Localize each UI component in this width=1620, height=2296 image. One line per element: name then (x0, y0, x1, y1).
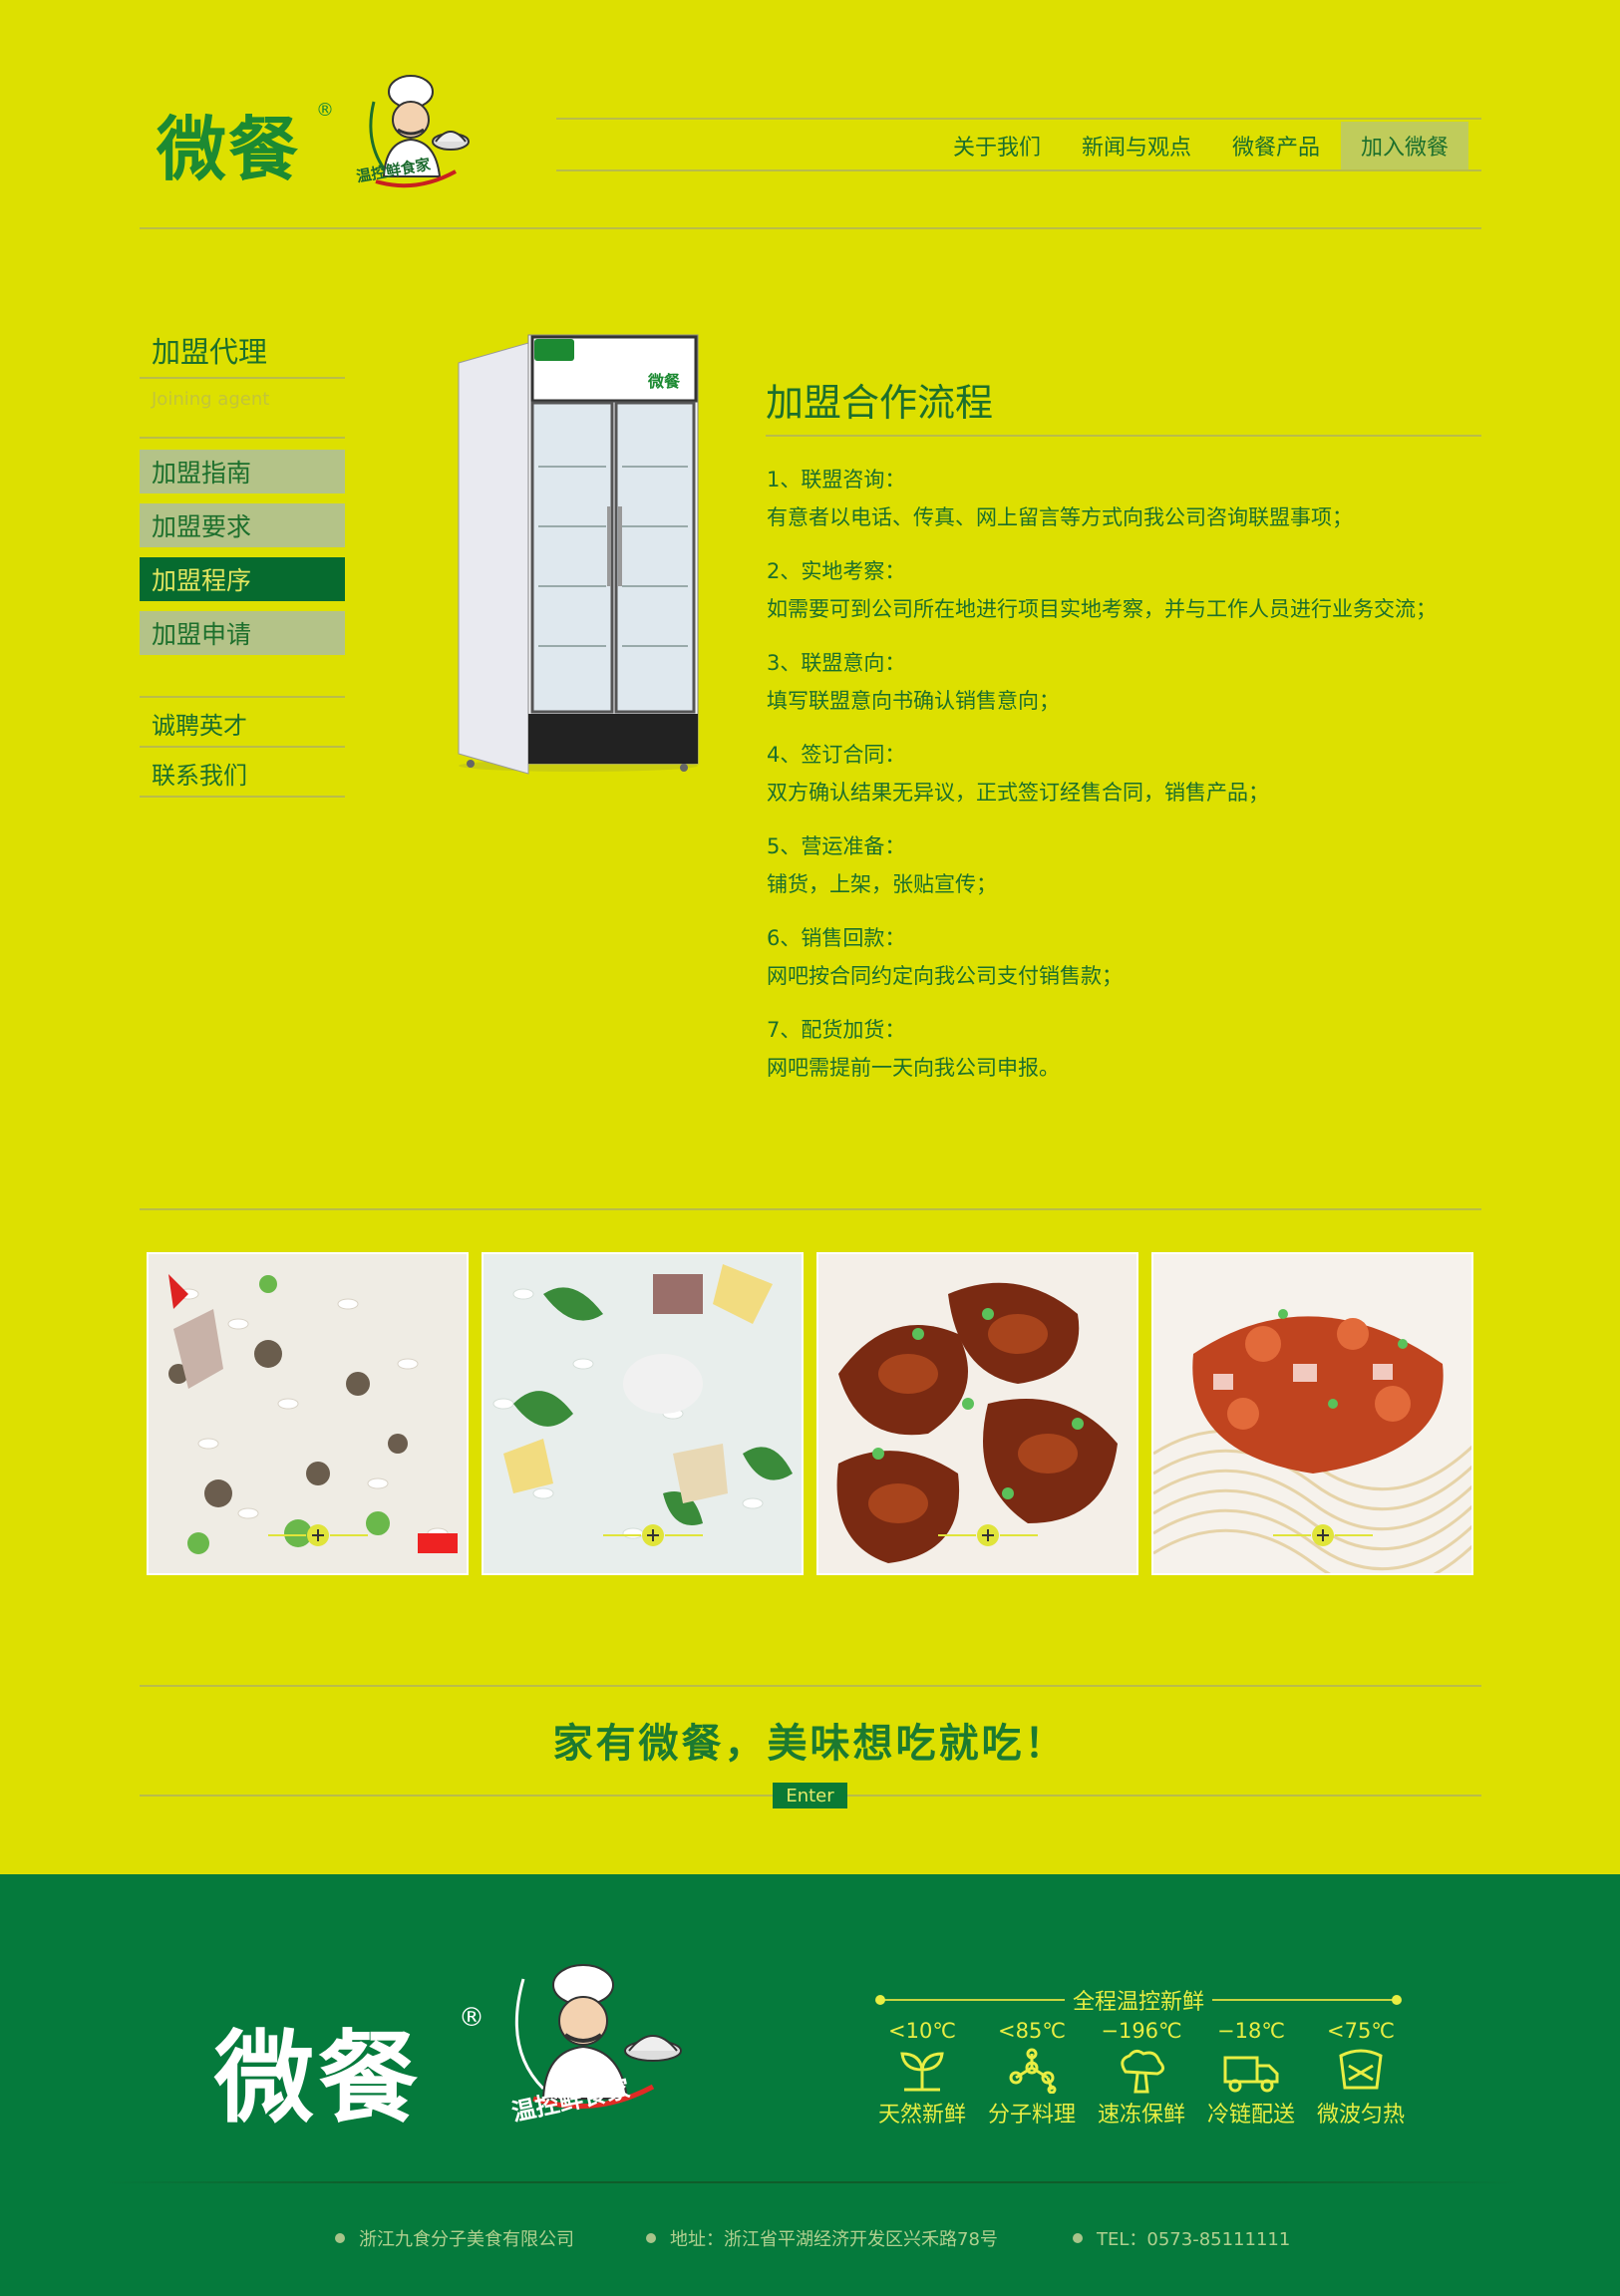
step-body: 网吧需提前一天向我公司申报。 (767, 1056, 1060, 1080)
feature-microwave: <75℃ 微波匀热 (1306, 2014, 1416, 2133)
sidebar-link-careers[interactable]: 诚聘英才 (152, 706, 247, 741)
temp-control-title: 全程温控新鲜 (1065, 1984, 1213, 2016)
footer-divider (100, 2181, 1520, 2183)
feature-label: 分子料理 (987, 2103, 1076, 2128)
step-heading: 2、实地考察： (767, 559, 906, 583)
plus-circle-icon[interactable] (268, 1523, 368, 1547)
step-body: 网吧按合同约定向我公司支付销售款； (767, 964, 1123, 988)
gallery-item-rice-2[interactable] (482, 1252, 804, 1575)
nav-item-about[interactable]: 关于我们 (932, 122, 1062, 169)
enter-button[interactable]: Enter (773, 1783, 847, 1808)
footer-address: 地址：浙江省平湖经济开发区兴禾路78号 (646, 2225, 998, 2251)
gallery-item-rice-1[interactable] (147, 1252, 469, 1575)
sidebar-divider (140, 377, 345, 379)
truck-icon (1223, 2056, 1279, 2093)
footer-company: 浙江九食分子美食有限公司 (335, 2225, 574, 2251)
feature-natural-fresh: <10℃ 天然新鲜 (867, 2014, 977, 2133)
step-heading: 6、销售回款： (767, 926, 906, 950)
header-divider (140, 227, 1481, 229)
gallery-item-braised-meat[interactable] (816, 1252, 1138, 1575)
feature-temp: −196℃ (1101, 2019, 1182, 2043)
logo-text: 微餐 (157, 109, 300, 190)
procedure-steps: 1、联盟咨询： 有意者以电话、传真、网上留言等方式向我公司咨询联盟事项； 2、实… (767, 461, 1464, 1103)
feature-temp: <75℃ (1327, 2019, 1395, 2043)
fridge-brand: 微餐 (647, 372, 681, 391)
registered-mark: ® (316, 100, 334, 121)
feature-label: 天然新鲜 (877, 2103, 966, 2128)
gallery-item-noodles[interactable] (1151, 1252, 1473, 1575)
footer-tel: TEL：0573-85111111 (1073, 2225, 1290, 2251)
sidebar-divider (140, 437, 345, 439)
sidebar-divider (140, 746, 345, 748)
step-heading: 3、联盟意向： (767, 651, 906, 675)
bullet-dot (335, 2233, 345, 2243)
feature-quick-freeze: −196℃ 速冻保鲜 (1087, 2014, 1196, 2133)
footer-logo-text: 微餐 (214, 2020, 422, 2136)
registered-mark: ® (459, 2003, 485, 2033)
temp-control-bar: 全程温控新鲜 (875, 1984, 1402, 2016)
step-body: 双方确认结果无异议，正式签订经售合同，销售产品； (767, 781, 1269, 805)
feature-label: 速冻保鲜 (1097, 2103, 1185, 2128)
nav-divider (556, 118, 1481, 120)
feature-molecular: <85℃ 分子料理 (977, 2014, 1087, 2133)
feature-temp: <10℃ (888, 2019, 956, 2043)
step-body: 有意者以电话、传真、网上留言等方式向我公司咨询联盟事项； (767, 505, 1353, 529)
sidebar-subtitle: Joining agent (152, 389, 270, 410)
step-body: 铺货，上架，张贴宣传； (767, 872, 997, 896)
sidebar-item-apply[interactable]: 加盟申请 (140, 611, 345, 655)
sidebar-divider (140, 796, 345, 798)
brand-logo[interactable]: 微餐 ® 温控鲜食家 (157, 72, 476, 197)
feature-temp: <85℃ (998, 2019, 1066, 2043)
step-heading: 4、签订合同： (767, 743, 906, 767)
step-body: 填写联盟意向书确认销售意向； (767, 689, 1060, 713)
company-name: 浙江九食分子美食有限公司 (359, 2229, 574, 2250)
sidebar-item-requirements[interactable]: 加盟要求 (140, 503, 345, 547)
sidebar-item-procedure[interactable]: 加盟程序 (140, 557, 345, 601)
nav-divider (556, 169, 1481, 171)
promo-slogan: 家有微餐，美味想吃就吃！ (552, 1721, 1068, 1767)
plus-circle-icon[interactable] (1273, 1523, 1373, 1547)
feature-temp: −18℃ (1217, 2019, 1285, 2043)
plus-circle-icon[interactable] (603, 1523, 703, 1547)
sidebar-item-guide[interactable]: 加盟指南 (140, 450, 345, 493)
bullet-dot (646, 2233, 656, 2243)
step-heading: 7、配货加货： (767, 1018, 906, 1042)
sidebar-divider (140, 696, 345, 698)
footer: 微餐 ® 温控鲜食家 全程温控新鲜 <10℃ 天然新鲜 <85℃ 分子料理 −1… (0, 1874, 1620, 2296)
sidebar-link-contact[interactable]: 联系我们 (152, 756, 247, 791)
step-body: 如需要可到公司所在地进行项目实地考察，并与工作人员进行业务交流； (767, 597, 1437, 621)
leaf-icon (900, 2052, 944, 2092)
temp-features: <10℃ 天然新鲜 <85℃ 分子料理 −196℃ 速冻保鲜 −18℃ 冷链配送… (867, 2014, 1426, 2133)
address-text: 地址：浙江省平湖经济开发区兴禾路78号 (670, 2229, 998, 2250)
temp-bar-dot (875, 1995, 885, 2005)
feature-label: 微波匀热 (1316, 2103, 1405, 2128)
temp-bar-dot (1392, 1995, 1402, 2005)
step-heading: 1、联盟咨询： (767, 468, 906, 492)
content-divider (766, 435, 1481, 437)
nav-item-news[interactable]: 新闻与观点 (1067, 122, 1206, 169)
footer-logo[interactable]: 微餐 ® 温控鲜食家 (214, 1959, 693, 2136)
bullet-dot (1073, 2233, 1083, 2243)
tel-text: TEL：0573-85111111 (1097, 2229, 1291, 2250)
slogan-divider (140, 1685, 1481, 1687)
content-title: 加盟合作流程 (766, 381, 994, 425)
feature-cold-chain: −18℃ 冷链配送 (1196, 2014, 1306, 2133)
nav-item-join[interactable]: 加入微餐 (1341, 122, 1468, 169)
step-heading: 5、营运准备： (767, 834, 906, 858)
fridge-image: 微餐 (458, 334, 699, 775)
plus-circle-icon[interactable] (938, 1523, 1038, 1547)
nav-item-products[interactable]: 微餐产品 (1211, 122, 1341, 169)
section-divider (140, 1208, 1481, 1210)
microwave-icon (1339, 2049, 1383, 2090)
feature-label: 冷链配送 (1206, 2103, 1295, 2128)
sidebar-title: 加盟代理 (152, 335, 268, 369)
broccoli-icon (1121, 2049, 1164, 2094)
molecule-icon (1009, 2048, 1057, 2095)
